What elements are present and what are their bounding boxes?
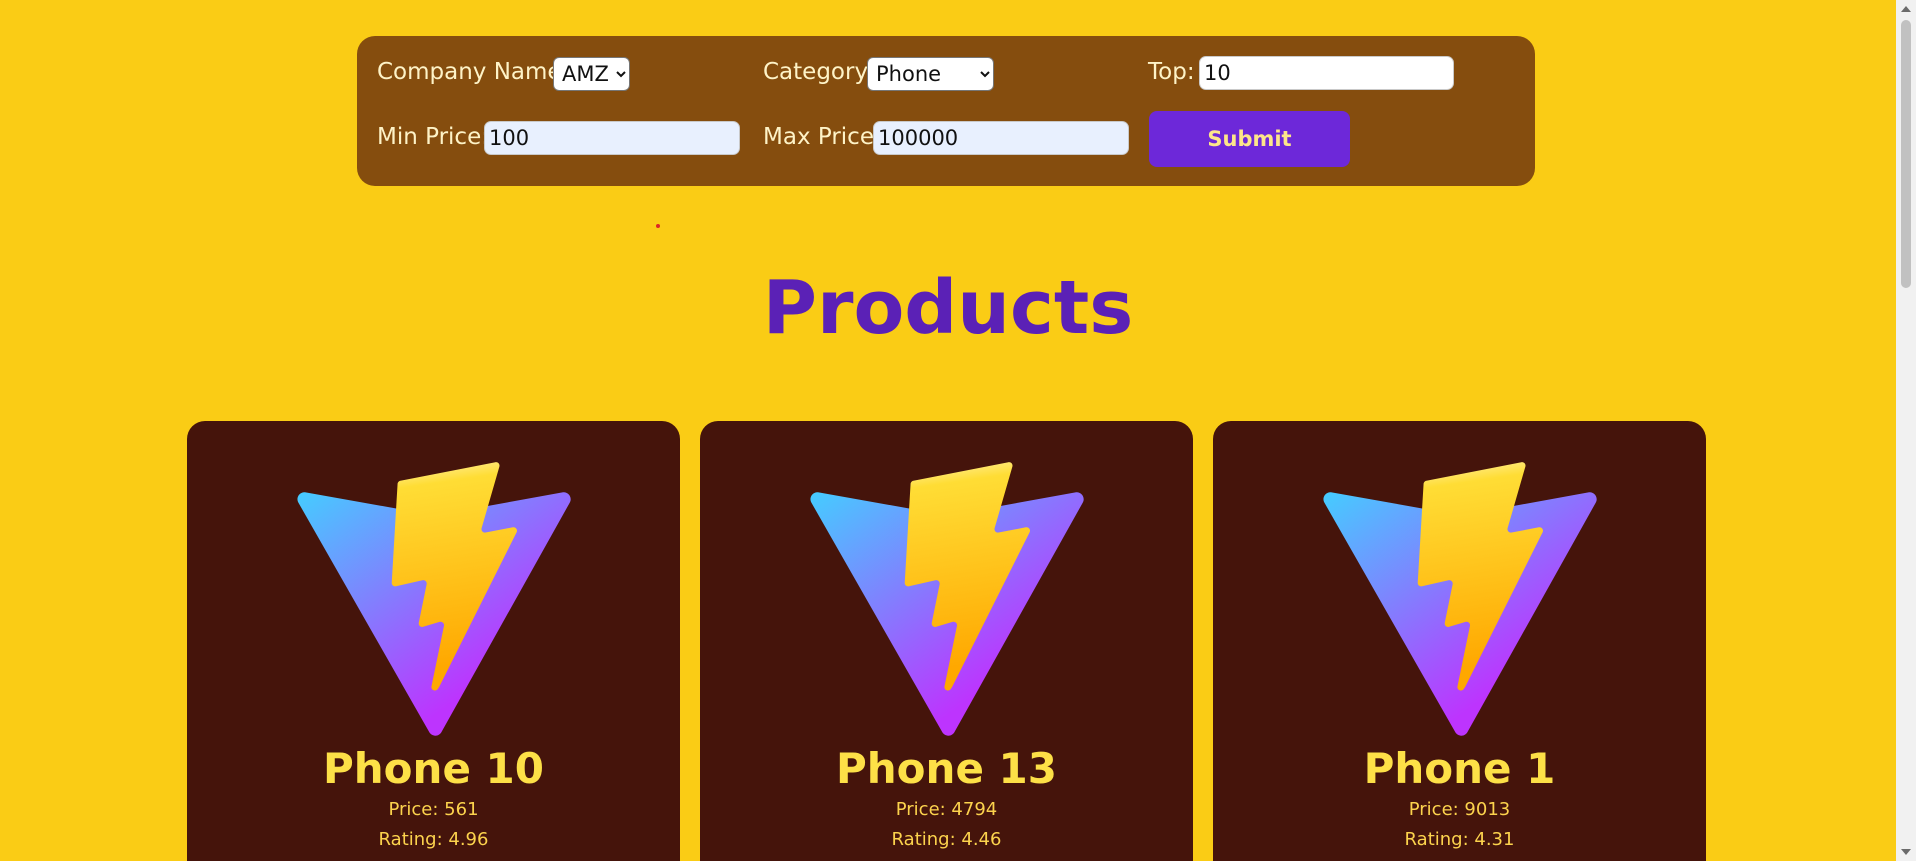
company-name-select[interactable]: AMZ [553, 57, 630, 91]
product-rating: Rating: 4.96 [378, 829, 489, 850]
scroll-thumb[interactable] [1901, 20, 1911, 288]
max-price-input[interactable] [873, 121, 1129, 155]
product-name: Phone 10 [323, 744, 544, 793]
scroll-up-arrow-icon[interactable] [1901, 6, 1911, 12]
company-name-label: Company Name: [377, 59, 570, 85]
product-price: Price: 4794 [895, 799, 998, 820]
product-name: Phone 1 [1363, 744, 1556, 793]
vite-logo-icon [1323, 462, 1597, 736]
product-card[interactable]: Phone 10 Price: 561 Rating: 4.96 [187, 421, 680, 861]
submit-button[interactable]: Submit [1149, 111, 1350, 167]
page-title: Products [762, 265, 1134, 351]
product-rating: Rating: 4.31 [1404, 829, 1515, 850]
vertical-scrollbar[interactable] [1896, 0, 1916, 861]
max-price-label: Max Price: [763, 124, 882, 150]
product-price: Price: 561 [388, 799, 479, 820]
category-select[interactable]: Phone [867, 57, 994, 91]
top-input[interactable] [1199, 56, 1454, 90]
top-label: Top: [1148, 59, 1195, 85]
filter-form: Company Name: AMZ Category: Phone Top: M… [357, 36, 1535, 186]
product-price: Price: 9013 [1408, 799, 1511, 820]
product-card[interactable]: Phone 1 Price: 9013 Rating: 4.31 [1213, 421, 1706, 861]
status-dot [656, 224, 660, 228]
vite-logo-icon [810, 462, 1084, 736]
page: Company Name: AMZ Category: Phone Top: M… [0, 0, 1896, 861]
product-name: Phone 13 [836, 744, 1057, 793]
product-card[interactable]: Phone 13 Price: 4794 Rating: 4.46 [700, 421, 1193, 861]
min-price-label: Min Price: [377, 124, 489, 150]
vite-logo-icon [297, 462, 571, 736]
scroll-down-arrow-icon[interactable] [1901, 849, 1911, 855]
product-rating: Rating: 4.46 [891, 829, 1002, 850]
min-price-input[interactable] [484, 121, 740, 155]
category-label: Category: [763, 59, 875, 85]
